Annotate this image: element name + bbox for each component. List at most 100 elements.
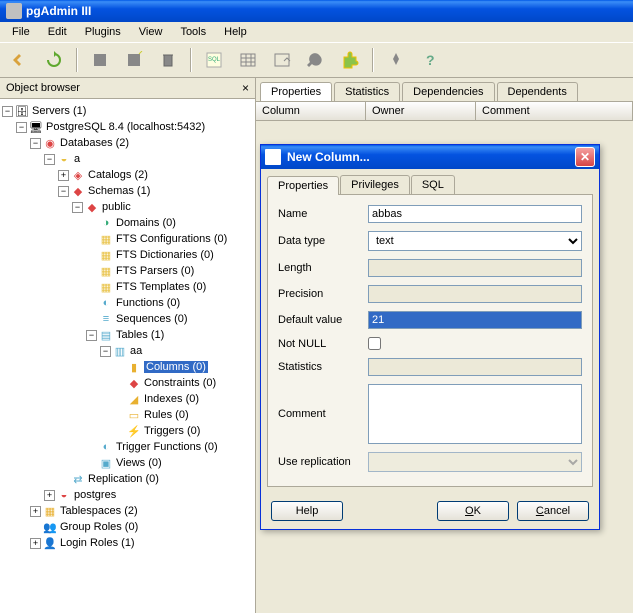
dialog-panel: Name Data typetext Length Precision Defa… [267, 194, 593, 487]
menu-tools[interactable]: Tools [172, 24, 214, 40]
tab-dependencies[interactable]: Dependencies [402, 82, 494, 101]
precision-field [368, 285, 582, 303]
tree-constraints[interactable]: Constraints (0) [144, 377, 216, 389]
default-field[interactable] [368, 311, 582, 329]
col-column[interactable]: Column [256, 102, 366, 120]
tree-catalogs[interactable]: Catalogs (2) [88, 169, 148, 181]
puzzle-icon[interactable] [336, 46, 364, 74]
tree-public[interactable]: public [102, 201, 131, 213]
refresh-icon[interactable] [40, 46, 68, 74]
sql-icon[interactable]: SQL [200, 46, 228, 74]
expander-icon[interactable]: + [30, 506, 41, 517]
dialog-title-bar[interactable]: New Column... ✕ [261, 145, 599, 169]
delete-icon[interactable] [154, 46, 182, 74]
datatype-select[interactable]: text [368, 231, 582, 251]
object-browser: Object browser × −🗄Servers (1) −🖥Postgre… [0, 78, 256, 613]
close-button[interactable]: ✕ [575, 147, 595, 167]
replication-select [368, 452, 582, 472]
notnull-checkbox[interactable] [368, 337, 381, 350]
menu-file[interactable]: File [4, 24, 38, 40]
dialog-buttons: Help OK Cancel [261, 493, 599, 529]
tree-trigger-functions[interactable]: Trigger Functions (0) [116, 441, 218, 453]
tree-fts-dict[interactable]: FTS Dictionaries (0) [116, 249, 214, 261]
expander-icon[interactable]: + [30, 538, 41, 549]
tab-statistics[interactable]: Statistics [334, 82, 400, 101]
name-field[interactable] [368, 205, 582, 223]
tree-schemas[interactable]: Schemas (1) [88, 185, 150, 197]
tree-group-roles[interactable]: Group Roles (0) [60, 521, 138, 533]
tree-servers[interactable]: Servers (1) [32, 105, 86, 117]
sequence-icon: ≡ [99, 312, 113, 326]
ok-button[interactable]: OK [437, 501, 509, 521]
tree-db-a[interactable]: a [74, 153, 80, 165]
dlg-tab-sql[interactable]: SQL [411, 175, 455, 194]
expander-icon[interactable]: − [30, 138, 41, 149]
indexes-icon: ◢ [127, 392, 141, 406]
content-tabs: Properties Statistics Dependencies Depen… [256, 78, 633, 101]
label-notnull: Not NULL [278, 338, 368, 350]
expander-icon[interactable]: − [72, 202, 83, 213]
comment-field[interactable] [368, 384, 582, 444]
tree-indexes[interactable]: Indexes (0) [144, 393, 199, 405]
expander-icon[interactable]: − [44, 154, 55, 165]
expander-icon[interactable]: + [58, 170, 69, 181]
tree-tables[interactable]: Tables (1) [116, 329, 164, 341]
table-icon[interactable] [234, 46, 262, 74]
dlg-tab-properties[interactable]: Properties [267, 176, 339, 195]
new-object-icon[interactable] [86, 46, 114, 74]
menu-edit[interactable]: Edit [40, 24, 75, 40]
tree-views[interactable]: Views (0) [116, 457, 162, 469]
help-icon[interactable]: ? [416, 46, 444, 74]
tree[interactable]: −🗄Servers (1) −🖥PostgreSQL 8.4 (localhos… [0, 99, 255, 613]
cancel-button[interactable]: Cancel [517, 501, 589, 521]
tree-columns[interactable]: Columns (0) [144, 361, 208, 373]
menu-bar: File Edit Plugins View Tools Help [0, 22, 633, 42]
col-owner[interactable]: Owner [366, 102, 476, 120]
tree-functions[interactable]: Functions (0) [116, 297, 180, 309]
tree-replication[interactable]: Replication (0) [88, 473, 159, 485]
trigger-fn-icon: ◐ [99, 440, 113, 454]
expander-icon[interactable]: − [58, 186, 69, 197]
connect-icon[interactable] [6, 46, 34, 74]
dlg-tab-privileges[interactable]: Privileges [340, 175, 410, 194]
expander-icon[interactable]: − [16, 122, 27, 133]
expander-icon[interactable]: + [44, 490, 55, 501]
wrench-icon[interactable] [302, 46, 330, 74]
expander-icon[interactable]: − [100, 346, 111, 357]
group-roles-icon: 👥 [43, 520, 57, 534]
help-button[interactable]: Help [271, 501, 343, 521]
tab-properties[interactable]: Properties [260, 82, 332, 101]
tree-tablespaces[interactable]: Tablespaces (2) [60, 505, 138, 517]
tree-table-aa[interactable]: aa [130, 345, 142, 357]
expander-icon[interactable]: − [2, 106, 13, 117]
label-replication: Use replication [278, 456, 368, 468]
drop-icon[interactable] [120, 46, 148, 74]
app-title: pgAdmin III [26, 4, 91, 18]
new-column-dialog: New Column... ✕ Properties Privileges SQ… [260, 144, 600, 530]
svg-text:?: ? [426, 52, 435, 68]
close-icon[interactable]: × [242, 81, 249, 95]
label-name: Name [278, 208, 368, 220]
tree-sequences[interactable]: Sequences (0) [116, 313, 188, 325]
tree-login-roles[interactable]: Login Roles (1) [60, 537, 135, 549]
menu-help[interactable]: Help [216, 24, 255, 40]
tree-pg[interactable]: PostgreSQL 8.4 (localhost:5432) [46, 121, 205, 133]
expander-icon[interactable]: − [86, 330, 97, 341]
tree-fts-conf[interactable]: FTS Configurations (0) [116, 233, 227, 245]
tree-databases[interactable]: Databases (2) [60, 137, 129, 149]
tree-postgres[interactable]: postgres [74, 489, 116, 501]
title-bar: pgAdmin III [0, 0, 633, 22]
menu-view[interactable]: View [131, 24, 171, 40]
filter-icon[interactable] [268, 46, 296, 74]
tree-fts-parsers[interactable]: FTS Parsers (0) [116, 265, 194, 277]
col-comment[interactable]: Comment [476, 102, 633, 120]
sidebar-title: Object browser × [0, 78, 255, 99]
tree-fts-templates[interactable]: FTS Templates (0) [116, 281, 206, 293]
tree-rules[interactable]: Rules (0) [144, 409, 189, 421]
tree-triggers[interactable]: Triggers (0) [144, 425, 200, 437]
hint-icon[interactable] [382, 46, 410, 74]
tab-dependents[interactable]: Dependents [497, 82, 578, 101]
tree-domains[interactable]: Domains (0) [116, 217, 176, 229]
views-icon: ▣ [99, 456, 113, 470]
menu-plugins[interactable]: Plugins [77, 24, 129, 40]
